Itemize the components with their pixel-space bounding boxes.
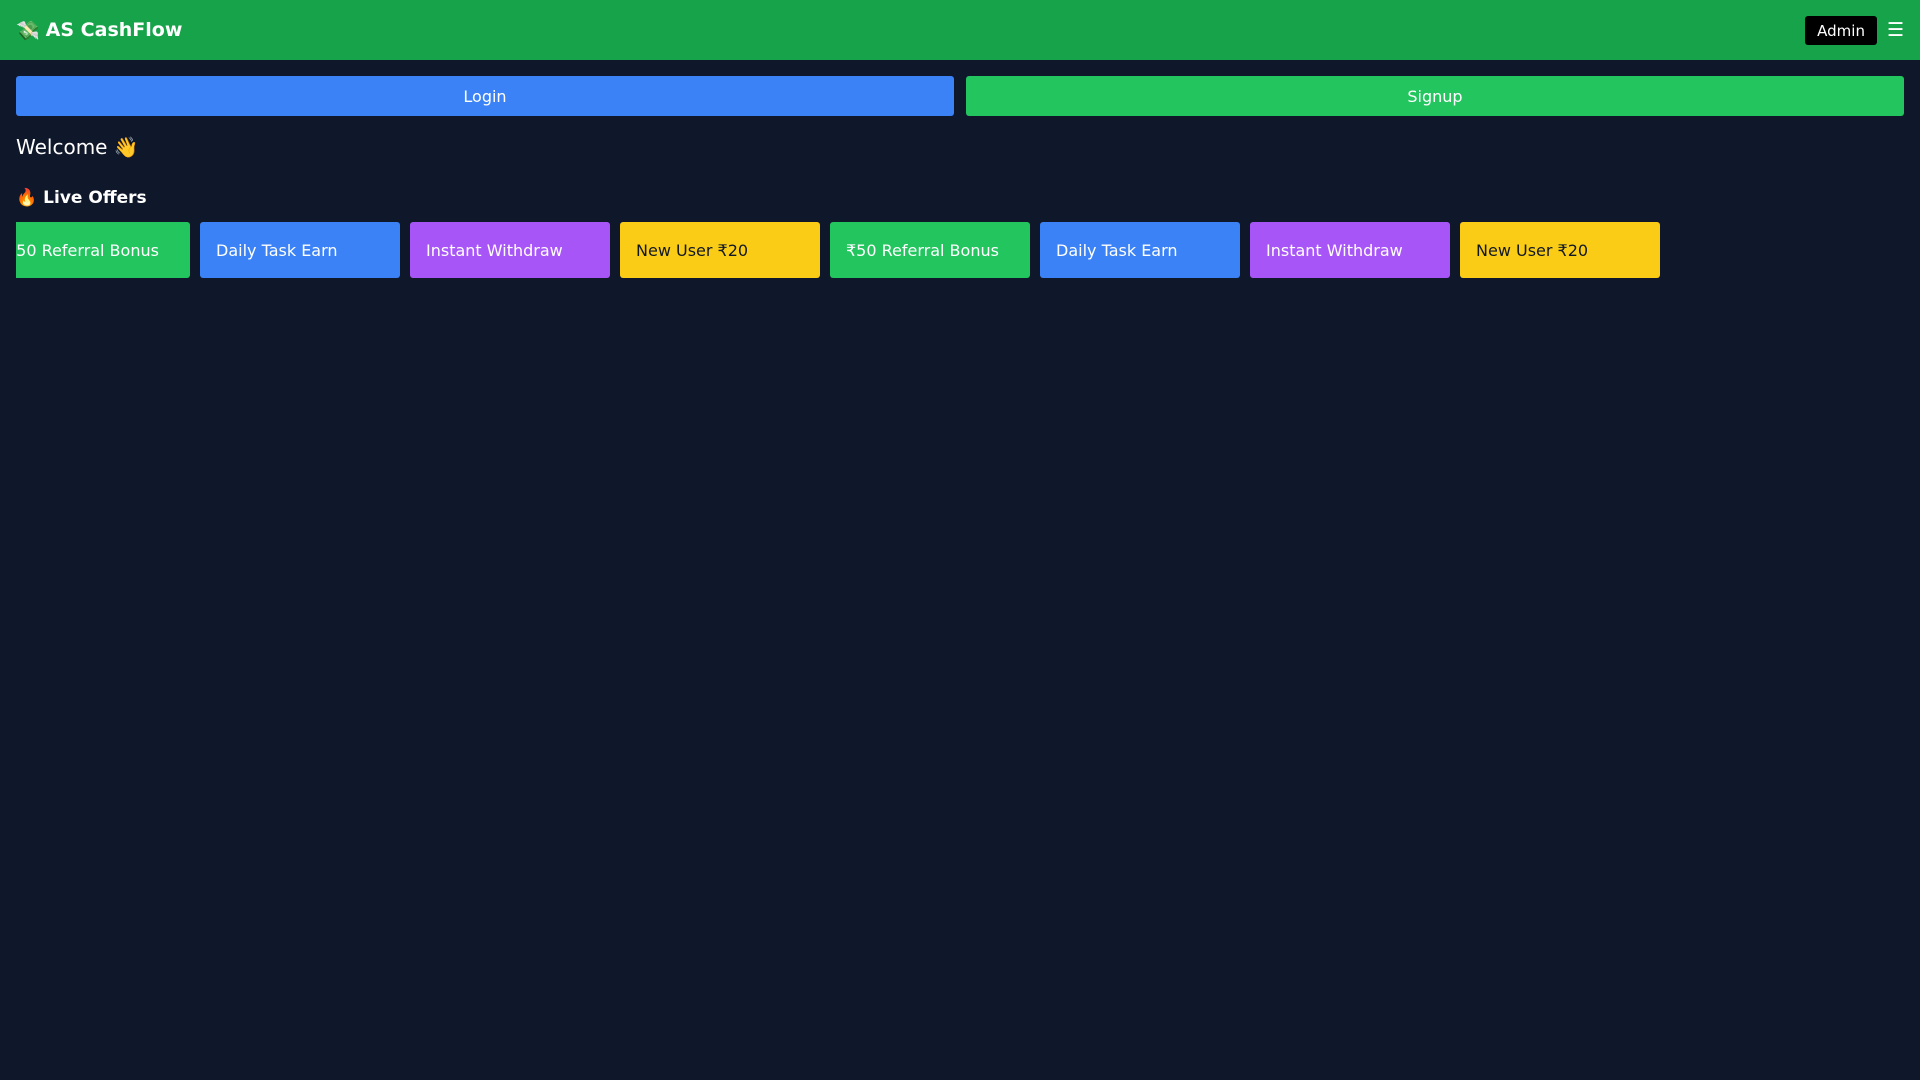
offer-card[interactable]: ₹50 Referral Bonus: [830, 222, 1030, 278]
offers-track: ₹50 Referral Bonus Daily Task Earn Insta…: [16, 222, 1660, 278]
welcome-text: Welcome 👋: [16, 135, 139, 159]
signup-button[interactable]: Signup: [966, 76, 1904, 116]
offer-card[interactable]: Daily Task Earn: [200, 222, 400, 278]
offers-ticker: ₹50 Referral Bonus Daily Task Earn Insta…: [16, 222, 1904, 278]
money-wings-icon: 💸: [16, 19, 40, 42]
offer-card[interactable]: ₹50 Referral Bonus: [16, 222, 190, 278]
brand-title: AS CashFlow: [45, 19, 183, 41]
hamburger-menu-icon[interactable]: ☰: [1887, 19, 1904, 41]
live-offers-heading: 🔥 Live Offers: [0, 188, 1920, 208]
top-navbar: 💸 AS CashFlow Admin ☰: [0, 0, 1920, 60]
offer-card[interactable]: Instant Withdraw: [410, 222, 610, 278]
brand[interactable]: 💸 AS CashFlow: [16, 19, 182, 42]
admin-button[interactable]: Admin: [1805, 15, 1877, 45]
auth-buttons: Login Signup: [0, 76, 1920, 116]
live-offers-title: Live Offers: [43, 188, 147, 208]
login-button[interactable]: Login: [16, 76, 954, 116]
offer-card[interactable]: Instant Withdraw: [1250, 222, 1450, 278]
navbar-actions: Admin ☰: [1805, 15, 1904, 45]
offer-card[interactable]: New User ₹20: [620, 222, 820, 278]
offer-card[interactable]: Daily Task Earn: [1040, 222, 1240, 278]
offer-card[interactable]: New User ₹20: [1460, 222, 1660, 278]
fire-icon: 🔥: [16, 188, 38, 208]
